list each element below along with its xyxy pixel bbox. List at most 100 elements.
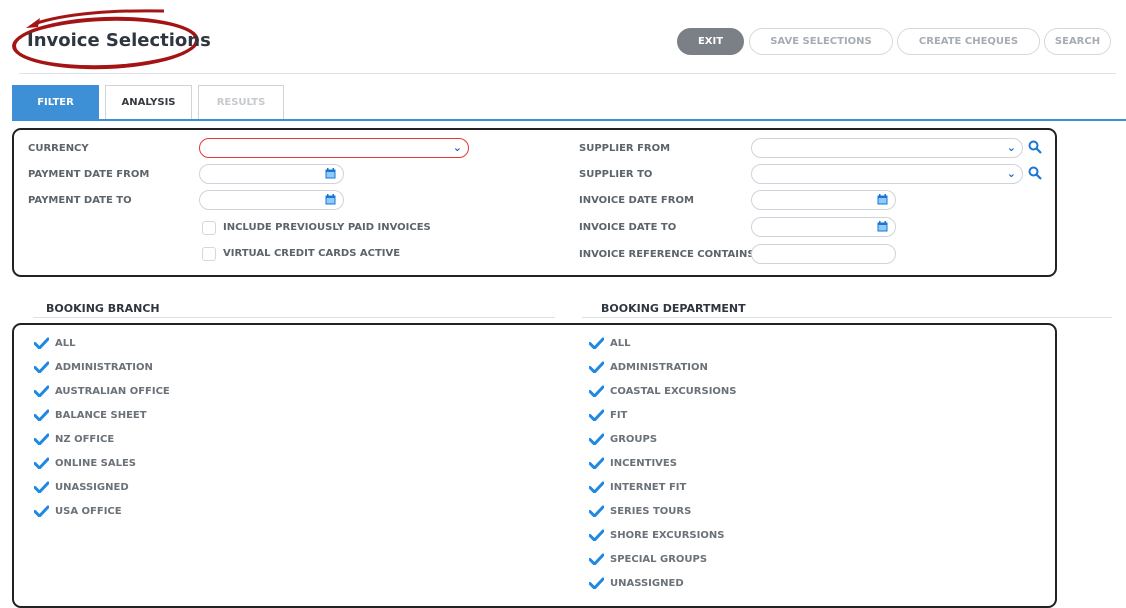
virtual-credit-cards-checkbox[interactable] (202, 247, 216, 261)
search-button[interactable]: SEARCH (1044, 28, 1111, 55)
checkbox-label: ALL (55, 337, 76, 349)
booking-department-item[interactable]: INCENTIVES (589, 456, 677, 470)
search-icon[interactable] (1028, 140, 1042, 154)
tab-filter[interactable]: FILTER (12, 85, 99, 119)
exit-button[interactable]: EXIT (677, 28, 744, 55)
booking-department-item[interactable]: SERIES TOURS (589, 504, 691, 518)
checkbox-label: UNASSIGNED (610, 577, 684, 589)
chevron-down-icon: ⌄ (1006, 167, 1016, 180)
booking-branch-item[interactable]: ALL (34, 336, 75, 350)
calendar-icon[interactable] (325, 168, 336, 179)
checkbox-label: BALANCE SHEET (55, 409, 147, 421)
selection-lists-panel (12, 323, 1057, 608)
chevron-down-icon: ⌄ (1006, 141, 1016, 154)
booking-department-item[interactable]: COASTAL EXCURSIONS (589, 384, 737, 398)
checkbox-label: ONLINE SALES (55, 457, 136, 469)
checkbox-label: ALL (610, 337, 631, 349)
checkmark-icon (589, 409, 604, 421)
checkmark-icon (589, 361, 604, 373)
page-title: Invoice Selections (27, 30, 211, 51)
invoice-date-to-label: INVOICE DATE TO (579, 222, 677, 233)
tab-analysis[interactable]: ANALYSIS (105, 85, 192, 119)
checkbox-label: USA OFFICE (55, 505, 122, 517)
booking-department-item[interactable]: ADMINISTRATION (589, 360, 708, 374)
checkmark-icon (34, 337, 49, 349)
checkmark-icon (34, 361, 49, 373)
tab-underline (12, 119, 1126, 121)
checkmark-icon (34, 505, 49, 517)
include-previously-paid-label: INCLUDE PREVIOUSLY PAID INVOICES (223, 222, 431, 233)
supplier-to-select[interactable]: ⌄ (751, 164, 1023, 184)
chevron-down-icon: ⌄ (452, 141, 462, 154)
checkbox-label: GROUPS (610, 433, 658, 445)
calendar-icon[interactable] (877, 221, 888, 232)
header-divider (19, 73, 1116, 74)
checkbox-label: SHORE EXCURSIONS (610, 529, 725, 541)
checkmark-icon (34, 409, 49, 421)
booking-branch-item[interactable]: AUSTRALIAN OFFICE (34, 384, 170, 398)
booking-branch-item[interactable]: ONLINE SALES (34, 456, 136, 470)
checkmark-icon (589, 505, 604, 517)
checkbox-label: SPECIAL GROUPS (610, 553, 708, 565)
booking-branch-item[interactable]: UNASSIGNED (34, 480, 129, 494)
invoice-date-to-input[interactable] (751, 217, 896, 237)
tab-results[interactable]: RESULTS (198, 85, 284, 119)
booking-department-item[interactable]: FIT (589, 408, 627, 422)
supplier-to-label: SUPPLIER TO (579, 169, 653, 180)
invoice-reference-input[interactable] (751, 244, 896, 264)
calendar-icon[interactable] (877, 194, 888, 205)
checkmark-icon (34, 481, 49, 493)
virtual-credit-cards-label: VIRTUAL CREDIT CARDS ACTIVE (223, 248, 401, 259)
booking-branch-item[interactable]: NZ OFFICE (34, 432, 114, 446)
payment-date-to-input[interactable] (199, 190, 344, 210)
checkbox-label: SERIES TOURS (610, 505, 692, 517)
search-icon[interactable] (1028, 166, 1042, 180)
booking-branch-divider (33, 317, 555, 318)
currency-select[interactable]: ⌄ (199, 138, 469, 158)
checkmark-icon (589, 457, 604, 469)
create-cheques-button[interactable]: CREATE CHEQUES (897, 28, 1040, 55)
booking-department-item[interactable]: ALL (589, 336, 630, 350)
checkbox-label: AUSTRALIAN OFFICE (55, 385, 170, 397)
checkbox-label: INCENTIVES (610, 457, 677, 469)
booking-department-item[interactable]: SHORE EXCURSIONS (589, 528, 724, 542)
include-previously-paid-checkbox[interactable] (202, 221, 216, 235)
save-selections-button[interactable]: SAVE SELECTIONS (749, 28, 893, 55)
checkmark-icon (589, 433, 604, 445)
checkmark-icon (589, 481, 604, 493)
checkmark-icon (589, 337, 604, 349)
booking-department-divider (582, 317, 1112, 318)
invoice-reference-label: INVOICE REFERENCE CONTAINS (579, 249, 755, 260)
checkmark-icon (589, 385, 604, 397)
booking-branch-item[interactable]: USA OFFICE (34, 504, 122, 518)
supplier-from-select[interactable]: ⌄ (751, 138, 1023, 158)
checkbox-label: UNASSIGNED (55, 481, 129, 493)
checkbox-label: COASTAL EXCURSIONS (610, 385, 737, 397)
booking-department-item[interactable]: INTERNET FIT (589, 480, 686, 494)
currency-label: CURRENCY (28, 143, 89, 154)
booking-department-item[interactable]: GROUPS (589, 432, 657, 446)
checkmark-icon (34, 433, 49, 445)
booking-department-item[interactable]: UNASSIGNED (589, 576, 684, 590)
checkmark-icon (34, 457, 49, 469)
supplier-from-label: SUPPLIER FROM (579, 143, 671, 154)
checkbox-label: NZ OFFICE (55, 433, 115, 445)
checkbox-label: INTERNET FIT (610, 481, 687, 493)
checkmark-icon (589, 553, 604, 565)
booking-branch-item[interactable]: BALANCE SHEET (34, 408, 147, 422)
booking-department-header: BOOKING DEPARTMENT (601, 302, 746, 315)
invoice-date-from-label: INVOICE DATE FROM (579, 195, 694, 206)
booking-branch-header: BOOKING BRANCH (46, 302, 160, 315)
calendar-icon[interactable] (325, 194, 336, 205)
booking-department-item[interactable]: SPECIAL GROUPS (589, 552, 707, 566)
payment-date-to-label: PAYMENT DATE TO (28, 195, 132, 206)
checkmark-icon (589, 577, 604, 589)
invoice-date-from-input[interactable] (751, 190, 896, 210)
booking-branch-item[interactable]: ADMINISTRATION (34, 360, 153, 374)
checkbox-label: FIT (610, 409, 628, 421)
checkmark-icon (34, 385, 49, 397)
checkbox-label: ADMINISTRATION (55, 361, 153, 373)
payment-date-from-label: PAYMENT DATE FROM (28, 169, 150, 180)
checkmark-icon (589, 529, 604, 541)
payment-date-from-input[interactable] (199, 164, 344, 184)
